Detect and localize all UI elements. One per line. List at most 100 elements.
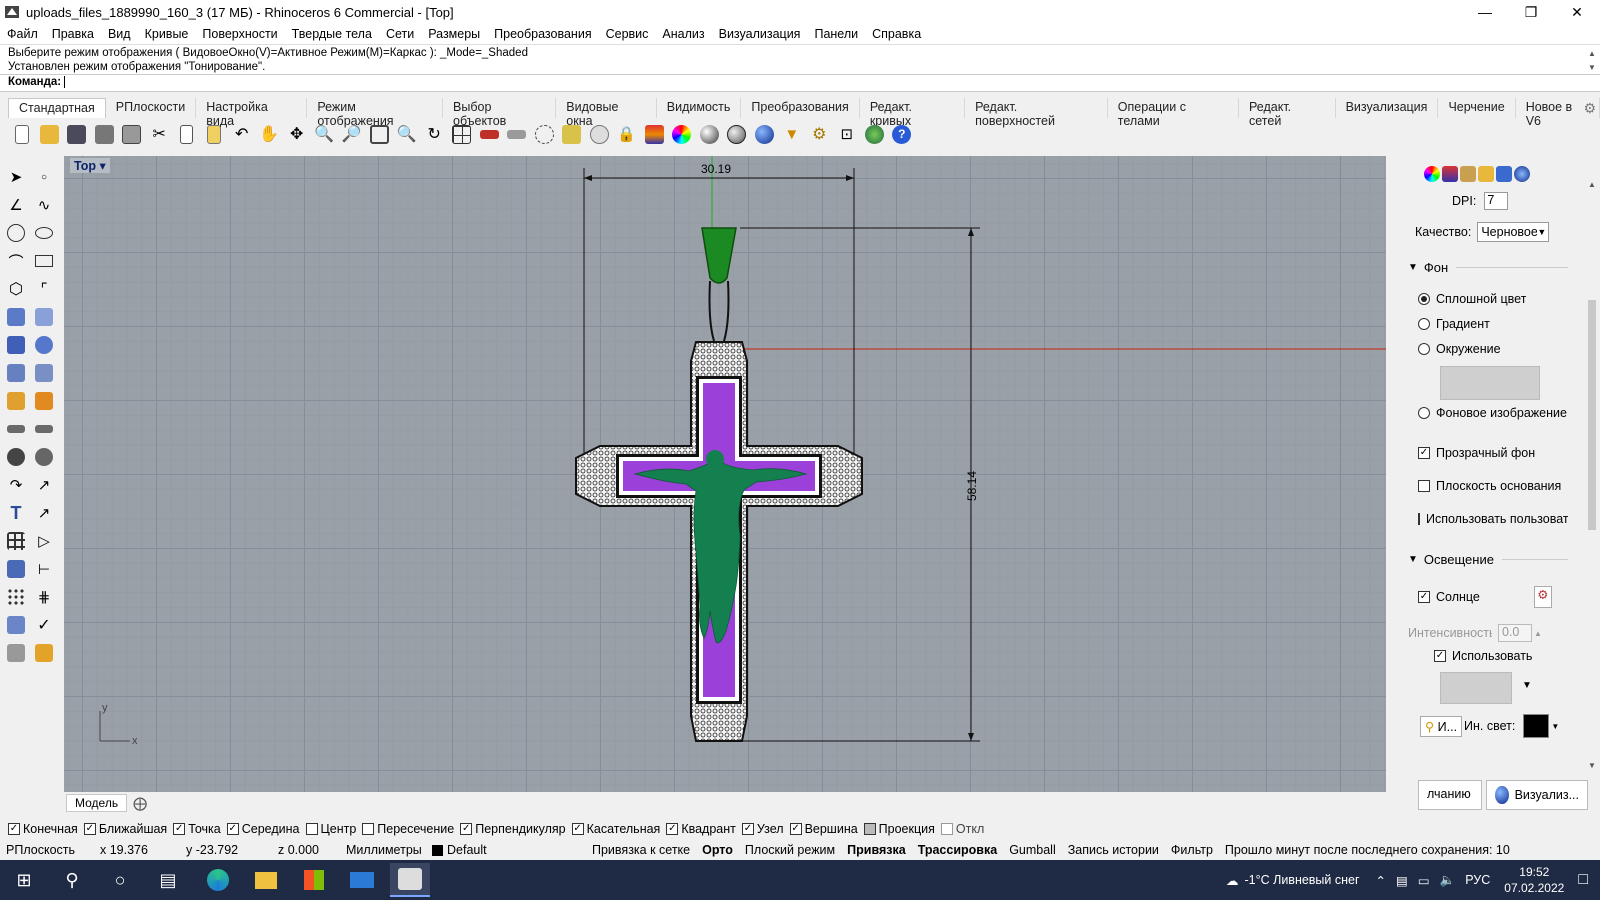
dpi-input[interactable]: 7 — [1484, 192, 1509, 210]
gear-icon[interactable]: ⚙ — [1583, 100, 1596, 117]
rotate-view-icon[interactable]: ✥ — [283, 121, 311, 147]
menu-panels[interactable]: Панели — [807, 27, 865, 41]
tab-transform[interactable]: Преобразования — [741, 98, 860, 118]
ungroup-icon[interactable] — [30, 444, 58, 470]
dimension-icon[interactable]: ⊡ — [833, 121, 861, 147]
polyline-icon[interactable]: ∠ — [2, 192, 30, 218]
status-filter[interactable]: Фильтр — [1165, 843, 1219, 857]
grid-array-icon[interactable] — [2, 584, 30, 610]
undo-view-icon[interactable]: ↻ — [421, 121, 449, 147]
quality-select[interactable]: Черновое ▼ — [1477, 222, 1550, 242]
edge-browser-icon[interactable] — [198, 866, 238, 894]
menu-meshes[interactable]: Сети — [379, 27, 421, 41]
chevron-down-icon[interactable]: ▼ — [1551, 722, 1559, 731]
settings-gears-icon[interactable]: ⚙ — [806, 121, 834, 147]
folder-icon[interactable] — [1478, 166, 1494, 182]
environment-swatch[interactable] — [1440, 366, 1540, 400]
viewport-top[interactable]: 30.19 58.14 y x Top ▾ — [64, 156, 1386, 792]
zoom-extents-icon[interactable] — [366, 121, 394, 147]
zoom-selected-icon[interactable]: 🔍 — [393, 121, 421, 147]
lock-icon[interactable]: 🔒 — [613, 121, 641, 147]
intensity-input[interactable]: 0.0 — [1498, 624, 1532, 642]
text-icon[interactable]: T — [2, 500, 30, 526]
menu-analyze[interactable]: Анализ — [655, 27, 711, 41]
scroll-thumb[interactable] — [1588, 300, 1596, 530]
status-ortho[interactable]: Орто — [696, 843, 739, 857]
osnap-project[interactable]: Проекция — [863, 822, 935, 836]
array-icon[interactable] — [2, 528, 30, 554]
trim-icon[interactable] — [30, 388, 58, 414]
cut-icon[interactable]: ✂ — [146, 121, 174, 147]
task-view-icon[interactable]: ▤ — [148, 866, 188, 894]
paste-icon[interactable] — [201, 121, 229, 147]
lights-icon[interactable] — [1460, 166, 1476, 182]
bg-gradient-radio[interactable]: Градиент — [1418, 317, 1490, 331]
menu-render[interactable]: Визуализация — [712, 27, 808, 41]
light-bulb-icon[interactable] — [586, 121, 614, 147]
layers-icon[interactable] — [641, 121, 669, 147]
tab-curve-tools[interactable]: Редакт. кривых — [860, 98, 966, 128]
arc-icon[interactable]: ⌒ — [2, 248, 30, 274]
zoom-window-icon[interactable]: 🔎 — [338, 121, 366, 147]
ambient-button[interactable]: ⚲ И... — [1420, 715, 1462, 737]
bend-icon[interactable] — [2, 612, 30, 638]
rhino-taskbar-icon[interactable] — [390, 863, 430, 897]
align-icon[interactable]: ⋕ — [30, 584, 58, 610]
tab-visibility[interactable]: Видимость — [657, 98, 742, 118]
status-planar[interactable]: Плоский режим — [739, 843, 841, 857]
check-icon[interactable]: ✓ — [30, 612, 58, 638]
spin-icon[interactable]: ▲ — [1534, 629, 1542, 638]
dimension-tool-icon[interactable]: ⊢ — [30, 556, 58, 582]
tab-set-view[interactable]: Настройка вида — [196, 98, 308, 128]
volume-icon[interactable]: 🔈 — [1440, 873, 1456, 888]
close-button[interactable]: ✕ — [1554, 0, 1600, 24]
help-icon[interactable]: ? — [888, 121, 916, 147]
copy-object-icon[interactable]: ↗ — [30, 472, 58, 498]
environment-icon[interactable] — [1496, 166, 1512, 182]
filter-icon[interactable]: ▼ — [778, 121, 806, 147]
tab-solid-tools[interactable]: Операции с телами — [1108, 98, 1240, 128]
sun-checkbox[interactable]: ✓ Солнце ⚙ — [1418, 586, 1568, 608]
print-icon[interactable] — [91, 121, 119, 147]
patch-icon[interactable] — [30, 360, 58, 386]
clock[interactable]: 19:52 07.02.2022 — [1504, 864, 1564, 896]
analyze-icon[interactable] — [2, 640, 30, 666]
status-layer[interactable]: Default — [426, 843, 586, 857]
loft-icon[interactable] — [30, 304, 58, 330]
chevron-down-icon[interactable]: ▾ — [99, 159, 105, 173]
four-viewports-icon[interactable] — [448, 121, 476, 147]
tab-select[interactable]: Выбор объектов — [443, 98, 557, 128]
use-ambient-checkbox[interactable]: ✓ Использовать — [1434, 649, 1544, 663]
cortana-icon[interactable]: ○ — [100, 866, 140, 894]
undo-icon[interactable]: ↶ — [228, 121, 256, 147]
menu-file[interactable]: Файл — [0, 27, 45, 41]
model-tab[interactable]: Модель — [66, 794, 128, 812]
status-history[interactable]: Запись истории — [1062, 843, 1165, 857]
select-all-icon[interactable] — [531, 121, 559, 147]
language-indicator[interactable]: РУС — [1465, 873, 1490, 887]
car-gray-icon[interactable] — [503, 121, 531, 147]
menu-tools[interactable]: Сервис — [599, 27, 656, 41]
osnap-tangent[interactable]: ✓ Касательная — [571, 822, 660, 836]
mirror-icon[interactable]: ▷ — [30, 528, 58, 554]
web-globe-icon[interactable] — [861, 121, 889, 147]
command-line[interactable]: Команда: — [0, 74, 1600, 92]
menu-help[interactable]: Справка — [865, 27, 928, 41]
viewport-name[interactable]: Top ▾ — [70, 158, 110, 173]
grid-snap-icon[interactable] — [558, 121, 586, 147]
osnap-end[interactable]: ✓ Конечная — [8, 822, 78, 836]
use-custom-checkbox[interactable]: Использовать пользовательский — [1418, 512, 1568, 526]
bg-env-radio[interactable]: Окружение — [1418, 342, 1536, 356]
viewport-canvas[interactable]: 30.19 58.14 y x — [64, 156, 1386, 792]
move-icon[interactable]: ↷ — [2, 472, 30, 498]
minimize-button[interactable]: — — [1462, 0, 1508, 24]
menu-solids[interactable]: Твердые тела — [285, 27, 379, 41]
curve-icon[interactable]: ∿ — [30, 192, 58, 218]
tab-display[interactable]: Режим отображения — [307, 98, 444, 128]
battery-icon[interactable]: ▭ — [1418, 873, 1430, 888]
osnap-intersection[interactable]: Пересечение — [362, 822, 454, 836]
osnap-perp[interactable]: ✓ Перпендикуляр — [460, 822, 566, 836]
cross-pendant[interactable] — [575, 227, 863, 742]
split-icon[interactable] — [2, 416, 30, 442]
osnap-disable[interactable]: Откл — [940, 822, 984, 836]
